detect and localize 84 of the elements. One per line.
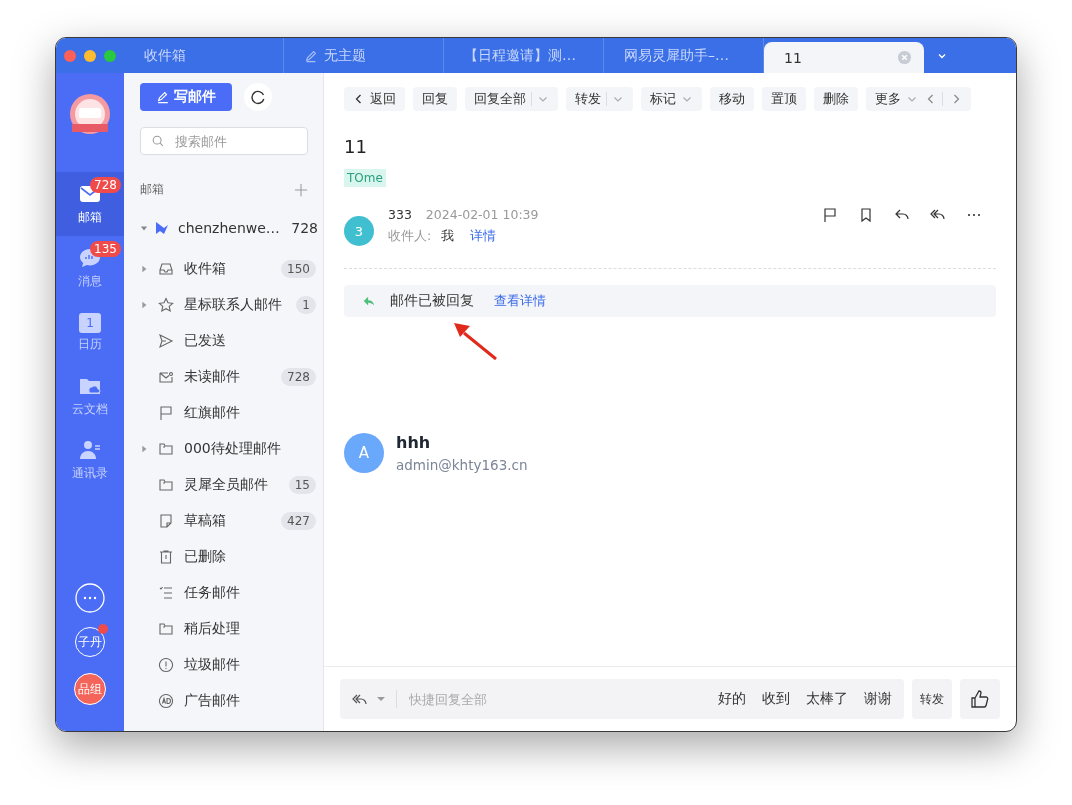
section-label: 邮箱 <box>140 181 164 198</box>
ad-icon <box>158 693 174 709</box>
forward-button[interactable]: 转发 <box>912 679 952 719</box>
date: 2024-02-01 10:39 <box>425 207 539 222</box>
recipient: 我 <box>441 228 455 245</box>
count-badge: 728 <box>281 368 316 386</box>
folder-item[interactable]: 收件箱 150 <box>140 251 316 287</box>
folder-item[interactable]: 广告邮件 <box>140 683 316 719</box>
count-badge: 135 <box>90 241 121 257</box>
signature-avatar: A <box>344 433 384 473</box>
nav-item[interactable]: 消息 135 <box>56 236 124 300</box>
zoom-light[interactable] <box>104 49 116 62</box>
folder-item[interactable]: 稍后处理 <box>140 611 316 647</box>
count-badge: 150 <box>281 260 316 278</box>
sender-name: 333 <box>388 207 412 222</box>
view-details-link[interactable]: 查看详情 <box>494 292 546 310</box>
sender-avatar: 3 <box>344 216 374 246</box>
toolbar-button[interactable]: 置顶 <box>762 87 806 111</box>
star-icon <box>158 297 174 313</box>
count-badge: 427 <box>281 512 316 530</box>
like-button[interactable] <box>960 679 1000 719</box>
sent-icon <box>158 333 174 349</box>
refresh-icon[interactable] <box>244 83 272 111</box>
folder-item[interactable]: 灵犀全员邮件 15 <box>140 467 316 503</box>
folder-item[interactable]: 星标联系人邮件 1 <box>140 287 316 323</box>
folder-item[interactable]: 000待处理邮件 <box>140 431 316 467</box>
folder-icon <box>158 477 174 493</box>
count-badge: 15 <box>288 476 316 494</box>
quick-phrase[interactable]: 谢谢 <box>864 690 892 708</box>
folder-item[interactable]: 已发送 <box>140 323 316 359</box>
draft-icon <box>158 513 174 529</box>
nav-item[interactable]: 邮箱 728 <box>56 172 124 236</box>
flag-icon <box>154 220 170 236</box>
compose-button[interactable]: 写邮件 <box>140 83 232 111</box>
pencil-icon <box>304 48 318 63</box>
toolbar-button[interactable]: 转发 <box>566 87 633 111</box>
notice-text: 邮件已被回复 <box>390 292 474 310</box>
signature-name: hhh <box>396 433 432 452</box>
trash-icon <box>158 549 174 565</box>
toolbar-button[interactable]: 标记 <box>641 87 702 111</box>
more-icon[interactable] <box>75 583 105 613</box>
folder-item[interactable]: 垃圾邮件 <box>140 647 316 683</box>
search-field[interactable]: 搜索邮件 <box>140 127 308 155</box>
search-icon <box>151 134 165 148</box>
toolbar-button[interactable]: 返回 <box>344 87 405 111</box>
folder-icon <box>158 441 174 457</box>
bookmark-icon[interactable] <box>858 207 874 223</box>
flag-icon[interactable] <box>822 207 838 223</box>
toolbar-button[interactable]: 回复全部 <box>465 87 558 111</box>
contact-icon <box>78 438 102 462</box>
task-icon <box>158 585 174 601</box>
tag: TOme <box>344 169 386 187</box>
folder-icon <box>158 621 174 637</box>
tab[interactable]: 11 <box>764 42 924 73</box>
toolbar-button[interactable]: 删除 <box>814 87 858 111</box>
spam-icon <box>158 657 174 673</box>
calendar-icon: 1 <box>79 313 101 333</box>
count-badge: 728 <box>90 177 121 193</box>
recipient-label: 收件人: <box>388 228 432 245</box>
folder-item[interactable]: 草稿箱 427 <box>140 503 316 539</box>
minimize-light[interactable] <box>84 49 96 62</box>
details-link[interactable]: 详情 <box>470 228 497 245</box>
toolbar-button[interactable]: 移动 <box>710 87 754 111</box>
quick-phrase[interactable]: 收到 <box>762 690 790 708</box>
folder-item[interactable]: 任务邮件 <box>140 575 316 611</box>
email-subject: 11 <box>344 136 368 157</box>
inbox-icon <box>158 261 174 277</box>
unread-icon <box>158 369 174 385</box>
folder-item[interactable]: 未读邮件 728 <box>140 359 316 395</box>
folder-item[interactable]: 已删除 <box>140 539 316 575</box>
quick-phrase[interactable]: 太棒了 <box>806 690 848 708</box>
toolbar-button[interactable]: 回复 <box>413 87 457 111</box>
reply-icon <box>362 294 376 308</box>
flag-icon <box>158 405 174 421</box>
account-row[interactable]: chenzhenwe… 728 <box>140 218 318 238</box>
thumbs-up-icon <box>970 689 990 709</box>
pencil-icon <box>156 90 170 104</box>
count-badge: 1 <box>296 296 316 314</box>
folder-item[interactable]: 红旗邮件 <box>140 395 316 431</box>
quick-phrase[interactable]: 好的 <box>718 690 746 708</box>
toolbar-button[interactable]: 更多 <box>866 87 971 111</box>
quick-reply-field[interactable]: 快捷回复全部 好的 收到 太棒了 谢谢 <box>340 679 904 719</box>
signature-email: admin@khty163.cn <box>396 457 528 473</box>
caret-icon[interactable] <box>376 694 386 704</box>
